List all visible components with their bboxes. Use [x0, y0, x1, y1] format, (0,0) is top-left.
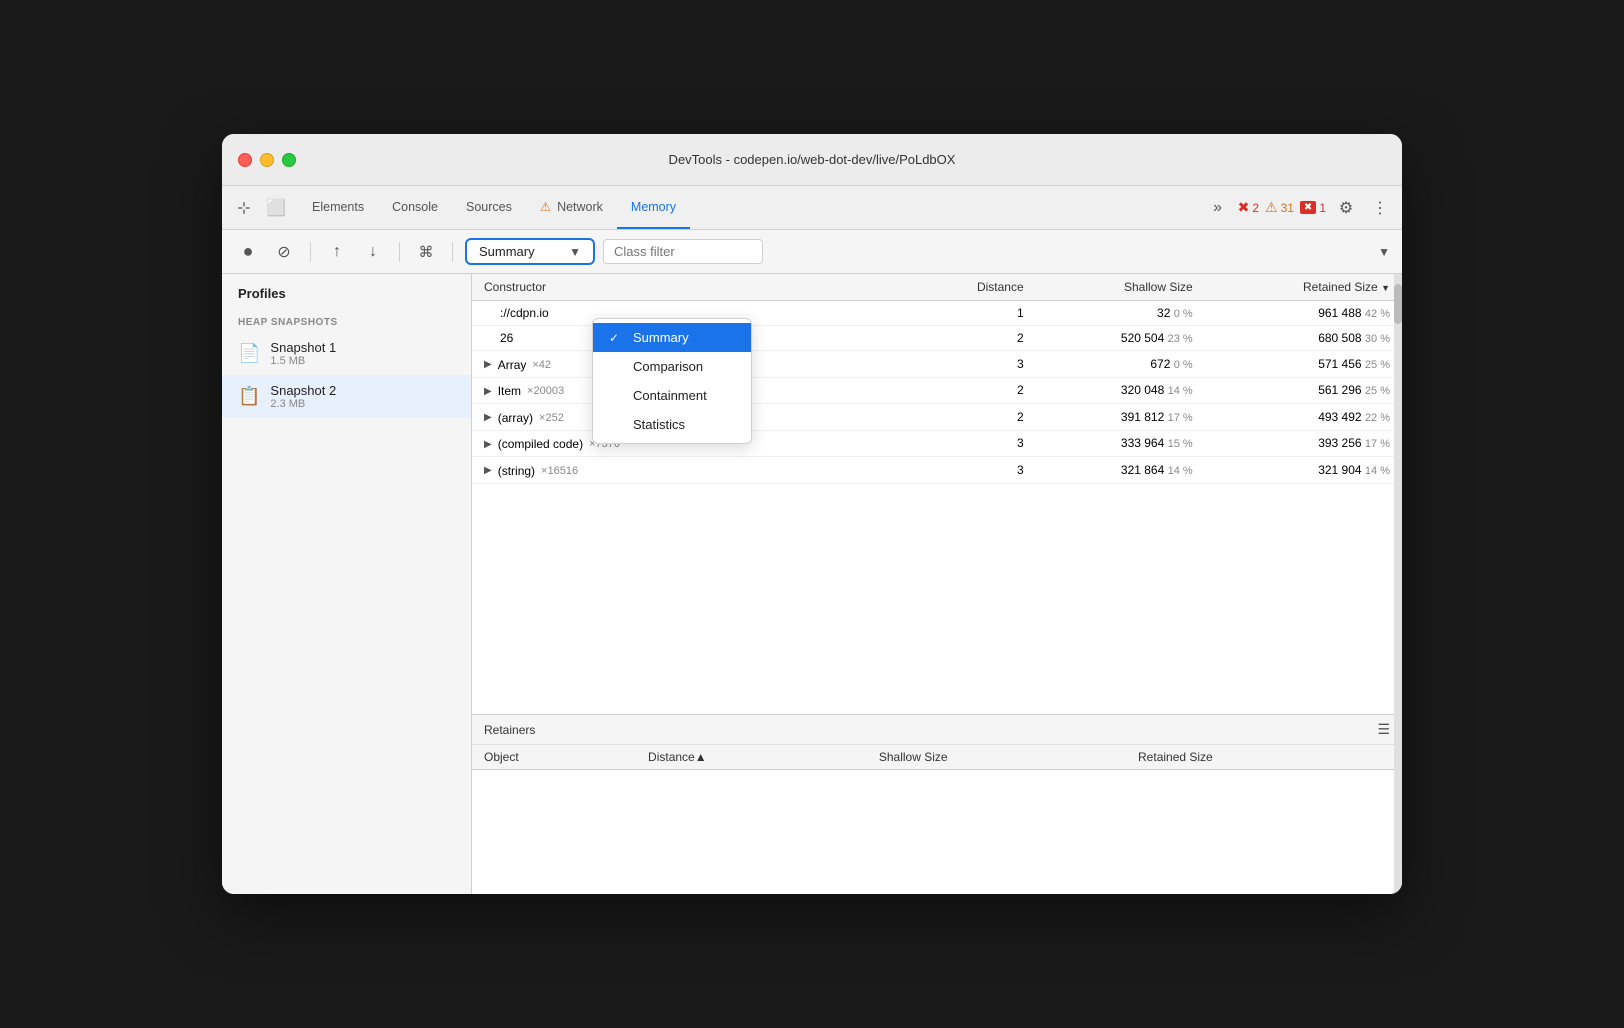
upload-button[interactable]: ↑: [323, 238, 351, 266]
heap-snapshots-label: HEAP SNAPSHOTS: [222, 309, 471, 332]
row-retained-size: 493 492 22 %: [1205, 404, 1402, 431]
dropdown-item-summary[interactable]: ✓ Summary: [593, 323, 751, 352]
close-button[interactable]: [238, 153, 252, 167]
scrollbar[interactable]: [1394, 274, 1402, 894]
inspect-icon[interactable]: ⊹: [230, 194, 258, 222]
minimize-button[interactable]: [260, 153, 274, 167]
filter-triangle-icon[interactable]: ▼: [1378, 245, 1390, 259]
window-title: DevTools - codepen.io/web-dot-dev/live/P…: [669, 152, 956, 167]
separator-1: [310, 242, 311, 262]
summary-dropdown-wrapper: Summary ▼: [465, 238, 595, 265]
checkmark-icon: ✓: [609, 331, 625, 345]
traffic-lights: [238, 153, 296, 167]
tab-memory[interactable]: Memory: [617, 186, 690, 229]
row-shallow-size: 391 812 17 %: [1036, 404, 1205, 431]
row-distance: 2: [923, 377, 1036, 404]
row-constructor: ▶ (string) ×16516: [472, 457, 923, 484]
col-header-shallow[interactable]: Shallow Size: [1036, 274, 1205, 301]
dropdown-item-comparison[interactable]: Comparison: [593, 352, 751, 381]
retainers-col-object[interactable]: Object: [472, 745, 636, 770]
expand-arrow-icon[interactable]: ▶: [484, 412, 492, 423]
tab-console[interactable]: Console: [378, 186, 452, 229]
row-shallow-size: 672 0 %: [1036, 351, 1205, 378]
device-icon[interactable]: ⬜: [262, 194, 290, 222]
data-panel: ✓ Summary Comparison Containment Statist…: [472, 274, 1402, 894]
table-header-row: Constructor Distance Shallow Size Retain…: [472, 274, 1402, 301]
tab-bar: ⊹ ⬜ Elements Console Sources ⚠ Network M…: [222, 186, 1402, 230]
expand-arrow-icon[interactable]: ▶: [484, 359, 492, 370]
col-header-retained[interactable]: Retained Size: [1205, 274, 1402, 301]
separator-2: [399, 242, 400, 262]
retainers-col-shallow[interactable]: Shallow Size: [867, 745, 1126, 770]
row-distance: 3: [923, 351, 1036, 378]
retainers-table: Object Distance▲ Shallow Size Retained S…: [472, 745, 1402, 770]
settings-icon[interactable]: ⚙: [1332, 194, 1360, 222]
row-distance: 3: [923, 430, 1036, 457]
row-retained-size: 961 488 42 %: [1205, 301, 1402, 326]
error-badge[interactable]: ✖ 2: [1238, 199, 1259, 216]
row-distance: 3: [923, 457, 1036, 484]
retainers-col-retained[interactable]: Retained Size: [1126, 745, 1402, 770]
retainers-col-distance[interactable]: Distance▲: [636, 745, 867, 770]
maximize-button[interactable]: [282, 153, 296, 167]
retainers-header-row: Object Distance▲ Shallow Size Retained S…: [472, 745, 1402, 770]
snapshot-icon-1: 📄: [238, 343, 260, 364]
row-shallow-size: 321 864 14 %: [1036, 457, 1205, 484]
tab-bar-right: » ✖ 2 ⚠ 31 ✖ 1 ⚙ ⋮: [1204, 186, 1394, 229]
summary-dropdown[interactable]: Summary ▼: [465, 238, 595, 265]
row-distance: 1: [923, 301, 1036, 326]
brush-button[interactable]: ⌘: [412, 238, 440, 266]
snapshot-icon-2: 📋: [238, 386, 260, 407]
devtools-window: DevTools - codepen.io/web-dot-dev/live/P…: [222, 134, 1402, 894]
row-shallow-size: 32 0 %: [1036, 301, 1205, 326]
tab-elements[interactable]: Elements: [298, 186, 378, 229]
row-retained-size: 680 508 30 %: [1205, 326, 1402, 351]
chevron-down-icon: ▼: [569, 245, 581, 259]
scrollbar-thumb[interactable]: [1394, 284, 1402, 324]
retainers-header: Retainers ☰: [472, 715, 1402, 745]
download-button[interactable]: ↓: [359, 238, 387, 266]
clear-button[interactable]: ⊘: [270, 238, 298, 266]
retainers-section: Retainers ☰ Object Distance▲: [472, 714, 1402, 894]
network-warning-icon: ⚠: [540, 199, 551, 214]
record-button[interactable]: ●: [234, 238, 262, 266]
tab-network[interactable]: ⚠ Network: [526, 186, 617, 229]
expand-arrow-icon[interactable]: ▶: [484, 465, 492, 476]
row-distance: 2: [923, 326, 1036, 351]
expand-arrow-icon[interactable]: ▶: [484, 386, 492, 397]
col-header-distance[interactable]: Distance: [923, 274, 1036, 301]
devtools-icons: ⊹ ⬜: [230, 186, 290, 229]
row-retained-size: 393 256 17 %: [1205, 430, 1402, 457]
dropdown-item-containment[interactable]: Containment: [593, 381, 751, 410]
row-retained-size: 561 296 25 %: [1205, 377, 1402, 404]
expand-arrow-icon[interactable]: ▶: [484, 439, 492, 450]
retainers-menu-icon[interactable]: ☰: [1377, 721, 1390, 738]
row-retained-size: 571 456 25 %: [1205, 351, 1402, 378]
row-shallow-size: 320 048 14 %: [1036, 377, 1205, 404]
profiles-title: Profiles: [222, 274, 471, 309]
title-bar: DevTools - codepen.io/web-dot-dev/live/P…: [222, 134, 1402, 186]
row-shallow-size: 520 504 23 %: [1036, 326, 1205, 351]
dropdown-menu: ✓ Summary Comparison Containment Statist…: [592, 318, 752, 444]
snapshot-item-1[interactable]: 📄 Snapshot 1 1.5 MB: [222, 332, 471, 375]
tab-sources[interactable]: Sources: [452, 186, 526, 229]
main-content: Profiles HEAP SNAPSHOTS 📄 Snapshot 1 1.5…: [222, 274, 1402, 894]
info-badge[interactable]: ✖ 1: [1300, 201, 1326, 215]
col-header-constructor[interactable]: Constructor: [472, 274, 923, 301]
dropdown-item-statistics[interactable]: Statistics: [593, 410, 751, 439]
snapshot-item-2[interactable]: 📋 Snapshot 2 2.3 MB: [222, 375, 471, 418]
more-options-icon[interactable]: ⋮: [1366, 194, 1394, 222]
separator-3: [452, 242, 453, 262]
warning-badge[interactable]: ⚠ 31: [1265, 199, 1294, 216]
class-filter-input[interactable]: [603, 239, 763, 264]
table-row[interactable]: ▶ (string) ×165163321 864 14 %321 904 14…: [472, 457, 1402, 484]
row-retained-size: 321 904 14 %: [1205, 457, 1402, 484]
memory-toolbar: ● ⊘ ↑ ↓ ⌘ Summary ▼ ▼: [222, 230, 1402, 274]
more-tabs-button[interactable]: »: [1204, 194, 1232, 222]
row-shallow-size: 333 964 15 %: [1036, 430, 1205, 457]
sidebar: Profiles HEAP SNAPSHOTS 📄 Snapshot 1 1.5…: [222, 274, 472, 894]
row-distance: 2: [923, 404, 1036, 431]
